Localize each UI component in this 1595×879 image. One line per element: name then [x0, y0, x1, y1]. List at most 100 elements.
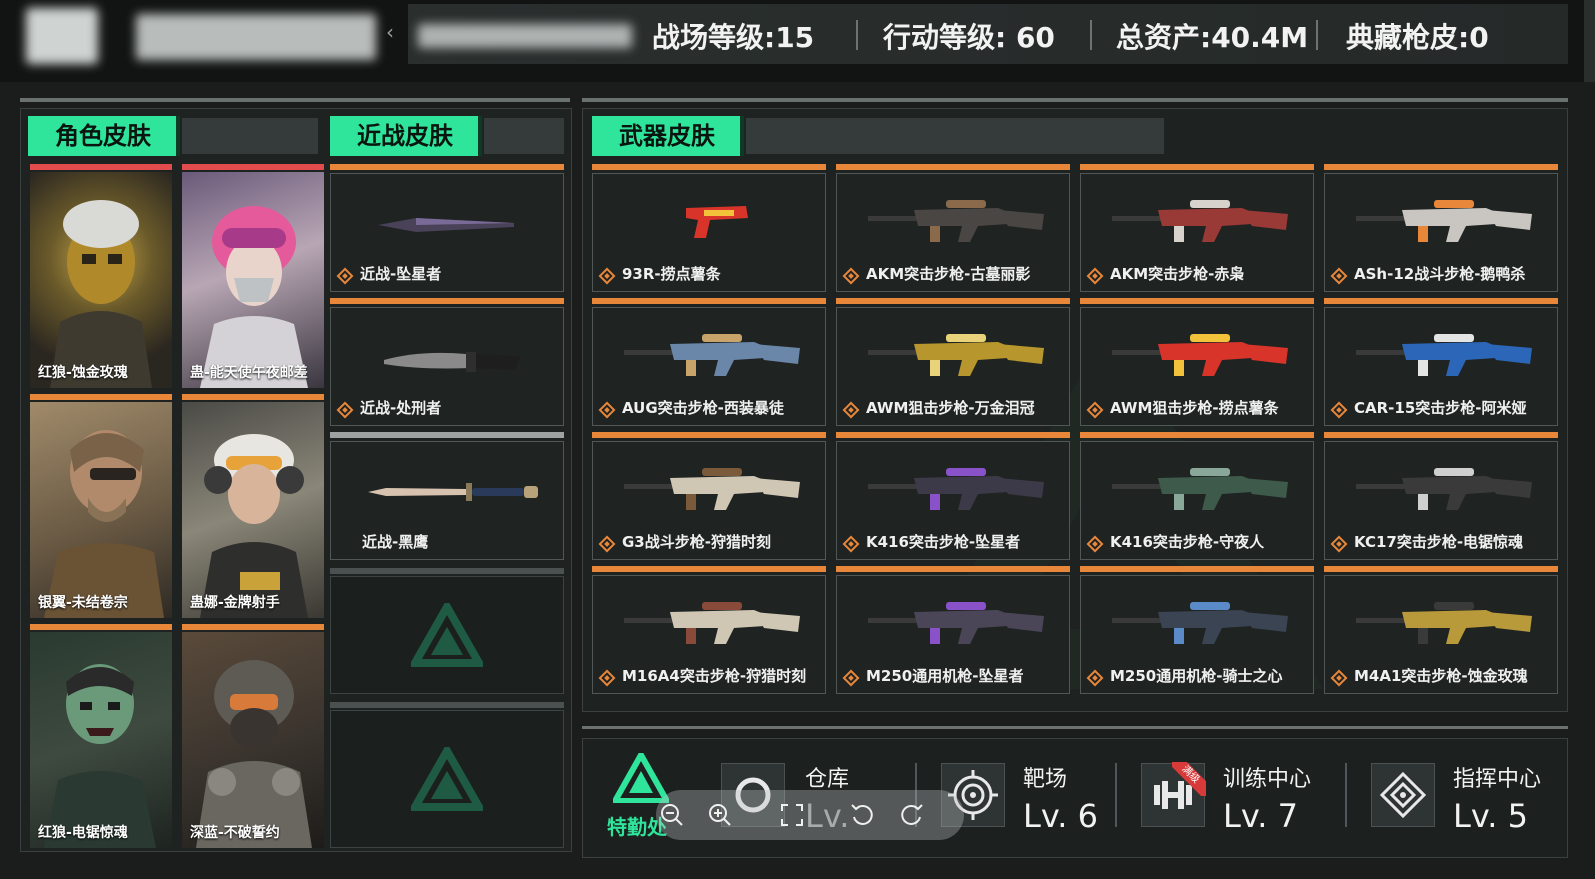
rarity-bar [592, 298, 826, 304]
character-skin-card[interactable]: 银翼-未结卷宗 [30, 394, 172, 618]
tab-melee-skins[interactable]: 近战皮肤 [330, 116, 480, 156]
character-skin-card[interactable]: 红狼-电锯惊魂 [30, 624, 172, 848]
weapon-skin-card[interactable]: ASh-12战斗步枪-鹅鸭杀 [1324, 164, 1558, 292]
weapon-skin-card[interactable]: CAR-15突击步枪-阿米娅 [1324, 298, 1558, 426]
weapon-skin-card[interactable]: AWM狙击步枪-捞点薯条 [1080, 298, 1314, 426]
rarity-bar [592, 432, 826, 438]
weapon-icon [624, 334, 800, 376]
weapon-skin-card[interactable]: K416突击步枪-守夜人 [1080, 432, 1314, 560]
weapon-skin-card[interactable]: AUG突击步枪-西装暴徒 [592, 298, 826, 426]
max-level-ribbon: 满级 [1172, 762, 1206, 796]
skin-name: CAR-15突击步枪-阿米娅 [1354, 399, 1527, 417]
skin-name: M250通用机枪-坠星者 [866, 667, 1024, 685]
tab-tail [746, 118, 1164, 154]
character-skin-card[interactable]: 蛊-能天使午夜邮差 [182, 164, 324, 388]
tab-character-skins[interactable]: 角色皮肤 [28, 116, 178, 156]
skin-name: KC17突击步枪-电锯惊魂 [1354, 533, 1524, 551]
rarity-bar [330, 298, 564, 304]
skin-name: AUG突击步枪-西装暴徒 [622, 399, 784, 417]
rotate-right-icon[interactable] [898, 801, 926, 829]
panel-topline [20, 98, 570, 102]
weapon-skin-card[interactable]: AWM狙击步枪-万金泪冠 [836, 298, 1070, 426]
skin-name: AKM突击步枪-古墓丽影 [866, 265, 1031, 283]
delta-logo-icon [411, 603, 483, 667]
rotate-left-icon[interactable] [848, 801, 876, 829]
zoom-out-icon[interactable] [658, 801, 686, 829]
weapon-icon [868, 468, 1044, 510]
facility-level: Lv. 5 [1453, 797, 1528, 835]
rarity-bar [330, 164, 564, 170]
facility-title: 仓库 [805, 767, 850, 792]
operator-figure [50, 200, 152, 388]
facility-level: Lv. 7 [1223, 797, 1298, 835]
weapon-icon [1356, 200, 1532, 242]
skin-name: 蛊-能天使午夜邮差 [190, 365, 308, 381]
operator-figure [44, 430, 164, 618]
weapon-skin-card[interactable]: AKM突击步枪-赤枭 [1080, 164, 1314, 292]
skin-name: 蛊娜-金牌射手 [190, 595, 280, 611]
collection-skins-stat: 典藏枪皮:0 [1346, 21, 1489, 54]
collapse-arrow-icon[interactable]: ‹ [386, 20, 394, 44]
skin-name: 近战-处刑者 [360, 399, 442, 417]
tab-edge [478, 116, 482, 156]
divider [1090, 20, 1092, 50]
right-edge [1584, 0, 1595, 82]
character-skin-card[interactable]: 蛊娜-金牌射手 [182, 394, 324, 618]
empty-slot-bar [330, 702, 564, 708]
delta-logo-icon [411, 747, 483, 811]
weapon-skin-card[interactable]: K416突击步枪-坠星者 [836, 432, 1070, 560]
rarity-bar [1324, 566, 1558, 572]
max-level-badge: 满级 [1172, 762, 1206, 796]
divider [1345, 763, 1347, 827]
character-skin-card[interactable]: 红狼-蚀金玫瑰 [30, 164, 172, 388]
melee-skin-card[interactable]: 近战-黑鹰 [330, 432, 564, 560]
weapon-skin-card[interactable]: M250通用机枪-坠星者 [836, 566, 1070, 694]
training-center-button[interactable]: 满级 [1141, 762, 1206, 827]
stats-bar: 战场等级:15 行动等级: 60 总资产:40.4M 典藏枪皮:0 [408, 4, 1568, 64]
skin-name: K416突击步枪-守夜人 [1110, 533, 1265, 551]
zoom-in-icon[interactable] [706, 801, 734, 829]
weapon-skin-card[interactable]: M250通用机枪-骑士之心 [1080, 566, 1314, 694]
tab-weapon-skins[interactable]: 武器皮肤 [592, 116, 742, 156]
skin-name: 93R-捞点薯条 [622, 265, 721, 283]
operator-figure [44, 664, 156, 848]
rarity-bar [1080, 566, 1314, 572]
player-name-block [12, 6, 382, 66]
weapon-skin-card[interactable]: AKM突击步枪-古墓丽影 [836, 164, 1070, 292]
command-center-button[interactable] [1371, 763, 1435, 827]
tab-edge [740, 116, 744, 156]
character-skin-card[interactable]: 深蓝-不破誓约 [182, 624, 324, 848]
melee-skin-card[interactable]: 近战-处刑者 [330, 298, 564, 426]
skin-name: ASh-12战斗步枪-鹅鸭杀 [1354, 265, 1526, 283]
weapon-skin-card[interactable]: M4A1突击步枪-蚀金玫瑰 [1324, 566, 1558, 694]
rarity-bar [182, 624, 324, 630]
operator-figure [200, 434, 308, 618]
operator-portrait [182, 632, 324, 848]
melee-skin-card[interactable]: 近战-坠星者 [330, 164, 564, 292]
operator-figure [200, 206, 308, 388]
kunai-icon [378, 218, 514, 232]
combat-knife-icon [384, 352, 520, 372]
weapon-skin-card[interactable]: 93R-捞点薯条 [592, 164, 826, 292]
empty-melee-slot [330, 710, 564, 848]
facility-title: 靶场 [1023, 767, 1068, 792]
weapon-skin-card[interactable]: M16A4突击步枪-狩猎时刻 [592, 566, 826, 694]
weapon-skin-card[interactable]: G3战斗步枪-狩猎时刻 [592, 432, 826, 560]
fit-screen-icon[interactable] [778, 801, 806, 829]
weapon-icon [1356, 468, 1532, 510]
weapon-skin-card[interactable]: KC17突击步枪-电锯惊魂 [1324, 432, 1558, 560]
facility-title: 训练中心 [1223, 767, 1312, 792]
skin-name: G3战斗步枪-狩猎时刻 [622, 533, 771, 551]
operator-figure [196, 660, 312, 848]
rarity-bar [182, 394, 324, 400]
operator-portrait [30, 402, 172, 618]
tab-edge [176, 116, 180, 156]
battlefield-level-stat: 战场等级:15 [652, 21, 815, 54]
weapon-icon [624, 468, 800, 510]
rarity-bar [30, 624, 172, 630]
divider [1115, 763, 1117, 827]
weapon-icon [1112, 334, 1288, 376]
divider [1316, 20, 1318, 50]
command-emblem-icon [1379, 771, 1427, 819]
skin-name: 近战-坠星者 [360, 265, 442, 283]
